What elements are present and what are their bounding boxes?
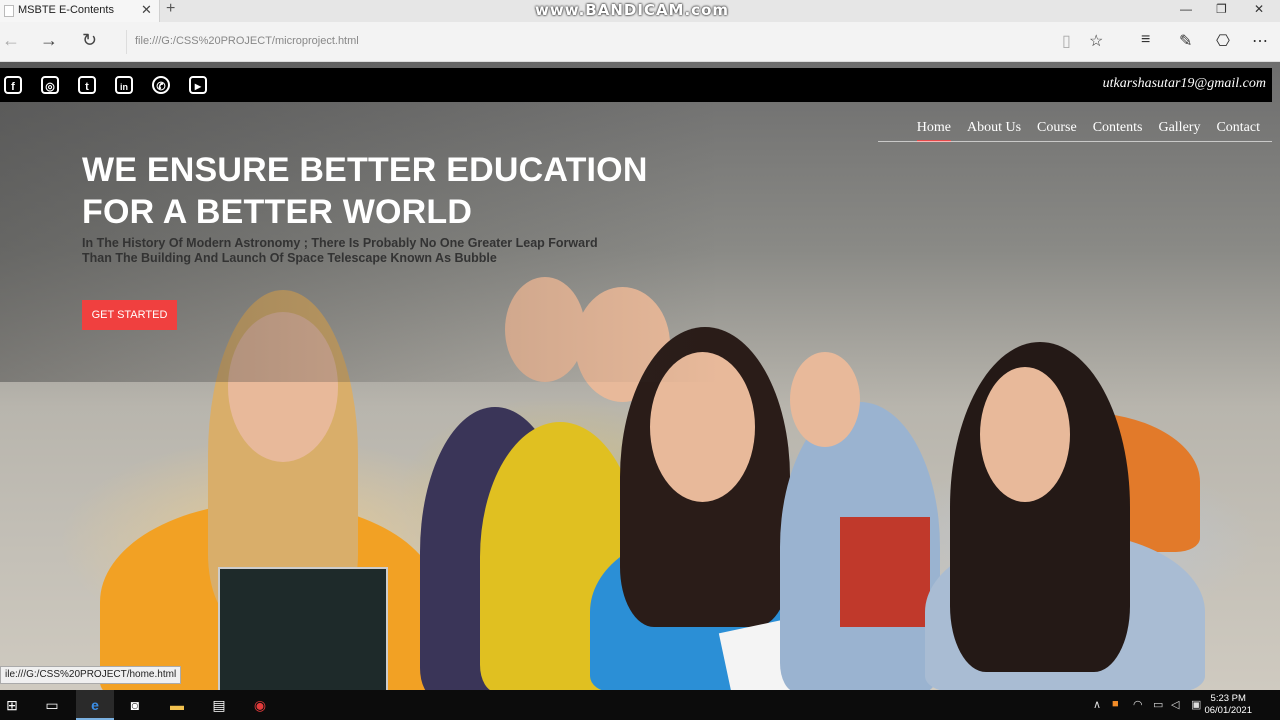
show-hidden-icons-icon[interactable]: ∧ — [1093, 698, 1101, 711]
refresh-icon[interactable]: ↻ — [82, 30, 97, 51]
tab-title: MSBTE E-Contents — [18, 4, 114, 16]
windows-taskbar: ⊞ ▭ e ◙ ▬ ▤ ◉ ∧ ■ ◠ ▭ ◁ ▣ 5:23 PM 06/01/… — [0, 690, 1280, 720]
facebook-icon[interactable]: f — [4, 76, 22, 94]
wifi-icon[interactable]: ◠ — [1133, 698, 1143, 711]
reading-view-icon[interactable]: ▯ — [1062, 31, 1071, 51]
web-note-icon[interactable]: ✎ — [1179, 31, 1192, 51]
nav-home[interactable]: Home — [916, 120, 951, 142]
hero-headline: WE ENSURE BETTER EDUCATION FOR A BETTER … — [82, 149, 648, 233]
maximize-icon[interactable]: ❐ — [1216, 2, 1227, 16]
address-bar: ← → ↻ file:///G:/CSS%20PROJECT/microproj… — [0, 22, 1280, 62]
notebook-image — [840, 517, 930, 627]
linkedin-icon[interactable]: in — [115, 76, 133, 94]
hero-headline-line2: FOR A BETTER WORLD — [82, 193, 473, 231]
clock-time: 5:23 PM — [1210, 693, 1246, 704]
nav-contact[interactable]: Contact — [1216, 120, 1260, 142]
page-favicon-icon — [4, 5, 14, 17]
student-face — [790, 352, 860, 447]
back-icon[interactable]: ← — [2, 30, 20, 51]
battery-icon[interactable]: ▭ — [1153, 698, 1163, 711]
youtube-icon[interactable]: ▶ — [189, 76, 207, 94]
web-page: f ◎ t in ✆ ▶ utkarshasutar19@gmail.com H… — [0, 62, 1280, 690]
status-bar-url: ile:///G:/CSS%20PROJECT/home.html — [0, 666, 182, 684]
new-tab-button[interactable]: + — [166, 0, 175, 18]
camera-icon[interactable]: ◙ — [126, 696, 144, 714]
twitter-icon[interactable]: t — [78, 76, 96, 94]
get-started-button[interactable]: GET STARTED — [82, 300, 177, 330]
clock-date: 06/01/2021 — [1204, 705, 1252, 716]
task-view-icon[interactable]: ▭ — [43, 696, 61, 714]
share-icon[interactable]: ⎔ — [1216, 31, 1230, 51]
favorite-star-icon[interactable]: ☆ — [1089, 31, 1103, 51]
notepad-icon[interactable]: ▤ — [210, 696, 228, 714]
close-tab-icon[interactable]: ✕ — [141, 2, 152, 18]
minimize-icon[interactable]: — — [1180, 2, 1192, 16]
nav-gallery[interactable]: Gallery — [1158, 120, 1200, 142]
windows-start-icon[interactable]: ⊞ — [3, 696, 21, 714]
hub-icon[interactable]: ≡ — [1141, 31, 1150, 49]
social-top-bar: f ◎ t in ✆ ▶ utkarshasutar19@gmail.com — [0, 68, 1272, 102]
nav-about-us[interactable]: About Us — [967, 120, 1021, 142]
instagram-icon[interactable]: ◎ — [41, 76, 59, 94]
volume-icon[interactable]: ◁ — [1171, 698, 1179, 711]
record-icon[interactable]: ◉ — [251, 696, 269, 714]
edge-icon[interactable]: e — [86, 696, 104, 714]
nav-contents[interactable]: Contents — [1093, 120, 1143, 142]
student-face — [980, 367, 1070, 502]
nav-course[interactable]: Course — [1037, 120, 1077, 142]
more-icon[interactable]: ⋯ — [1252, 31, 1268, 51]
action-center-icon[interactable]: ▣ — [1191, 698, 1201, 711]
nav-divider — [878, 141, 1272, 142]
url-field[interactable]: file:///G:/CSS%20PROJECT/microproject.ht… — [126, 30, 1046, 54]
recording-watermark: www.BANDICAM.com — [535, 1, 730, 19]
browser-tab-bar: MSBTE E-Contents ✕ + www.BANDICAM.com — … — [0, 0, 1280, 22]
system-clock[interactable]: 5:23 PM 06/01/2021 — [1204, 693, 1252, 717]
close-window-icon[interactable]: ✕ — [1254, 2, 1264, 16]
hero-tagline: In The History Of Modern Astronomy ; The… — [82, 236, 598, 265]
browser-tab[interactable]: MSBTE E-Contents ✕ — [0, 0, 160, 22]
contact-email[interactable]: utkarshasutar19@gmail.com — [1103, 76, 1266, 92]
whatsapp-icon[interactable]: ✆ — [152, 76, 170, 94]
app-tray-icon[interactable]: ■ — [1112, 698, 1119, 710]
file-explorer-icon[interactable]: ▬ — [168, 696, 186, 714]
hero-headline-line1: WE ENSURE BETTER EDUCATION — [82, 151, 648, 189]
main-nav: Home About Us Course Contents Gallery Co… — [916, 120, 1260, 142]
notebook-image — [218, 567, 388, 690]
forward-icon[interactable]: → — [40, 30, 58, 51]
